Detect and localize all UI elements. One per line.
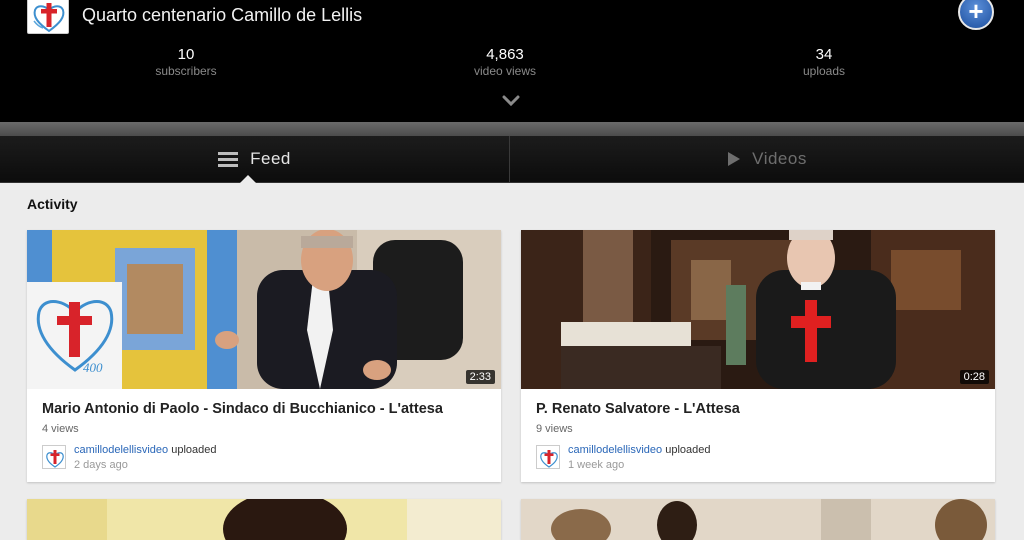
stat-label: video views bbox=[473, 64, 537, 78]
stat-value: 10 bbox=[177, 46, 195, 63]
plus-icon: + bbox=[968, 0, 984, 26]
upload-action: uploaded bbox=[665, 444, 711, 456]
tab-bar: Feed Videos bbox=[0, 136, 1024, 183]
upload-action: uploaded bbox=[171, 444, 217, 456]
video-thumbnail-image bbox=[521, 230, 995, 389]
video-thumbnail-image bbox=[27, 499, 501, 540]
logo-number: 400 bbox=[83, 360, 103, 375]
stat-value: 34 bbox=[815, 46, 833, 63]
video-thumbnail[interactable]: 400 2:33 bbox=[27, 230, 501, 389]
channel-title: Quarto centenario Camillo de Lellis bbox=[82, 5, 363, 25]
video-duration: 0:28 bbox=[959, 370, 989, 384]
video-duration: 2:33 bbox=[465, 370, 495, 384]
stat-label: uploads bbox=[802, 64, 846, 78]
stat-video-views: 4,863 video views bbox=[425, 46, 585, 78]
activity-card: 400 2:33 Mario Antonio di Paolo - Sindac… bbox=[27, 230, 501, 482]
video-title[interactable]: Mario Antonio di Paolo - Sindaco di Bucc… bbox=[42, 401, 443, 417]
play-icon bbox=[728, 152, 741, 166]
channel-header: Quarto centenario Camillo de Lellis + 10… bbox=[0, 0, 1024, 122]
uploader-avatar[interactable] bbox=[42, 445, 66, 469]
stat-subscribers: 10 subscribers bbox=[106, 46, 266, 78]
tab-videos[interactable]: Videos bbox=[511, 136, 1024, 182]
uploader-line: camillodelellisvideo uploaded bbox=[568, 444, 711, 456]
uploader-avatar[interactable] bbox=[536, 445, 560, 469]
video-thumbnail-image bbox=[521, 499, 995, 540]
red-cross-heart-logo-icon bbox=[33, 3, 65, 33]
list-icon bbox=[218, 151, 239, 167]
activity-card bbox=[27, 499, 501, 540]
channel-avatar[interactable] bbox=[27, 0, 69, 34]
stat-label: subscribers bbox=[155, 64, 217, 78]
view-count: 9 views bbox=[536, 423, 573, 435]
video-thumbnail[interactable] bbox=[27, 499, 501, 540]
video-thumbnail[interactable] bbox=[521, 499, 995, 540]
activity-card: 0:28 P. Renato Salvatore - L'Attesa 9 vi… bbox=[521, 230, 995, 482]
subscribe-plus-button[interactable]: + bbox=[958, 0, 994, 30]
activity-card bbox=[521, 499, 995, 540]
stat-uploads: 34 uploads bbox=[744, 46, 904, 78]
video-title[interactable]: P. Renato Salvatore - L'Attesa bbox=[536, 401, 740, 417]
chevron-down-icon[interactable] bbox=[502, 95, 520, 107]
stat-value: 4,863 bbox=[486, 46, 524, 63]
video-thumbnail-image: 400 bbox=[27, 230, 501, 389]
upload-time: 1 week ago bbox=[568, 459, 625, 471]
active-tab-indicator bbox=[239, 175, 257, 184]
activity-heading: Activity bbox=[27, 196, 78, 212]
divider-band bbox=[0, 122, 1024, 136]
uploader-link[interactable]: camillodelellisvideo bbox=[568, 444, 662, 456]
red-cross-heart-logo-icon bbox=[540, 450, 558, 468]
tab-videos-label: Videos bbox=[752, 149, 807, 168]
uploader-link[interactable]: camillodelellisvideo bbox=[74, 444, 168, 456]
tab-feed-label: Feed bbox=[250, 149, 291, 168]
video-thumbnail[interactable]: 0:28 bbox=[521, 230, 995, 389]
uploader-line: camillodelellisvideo uploaded bbox=[74, 444, 217, 456]
upload-time: 2 days ago bbox=[74, 459, 128, 471]
view-count: 4 views bbox=[42, 423, 79, 435]
red-cross-heart-logo-icon bbox=[46, 450, 64, 468]
